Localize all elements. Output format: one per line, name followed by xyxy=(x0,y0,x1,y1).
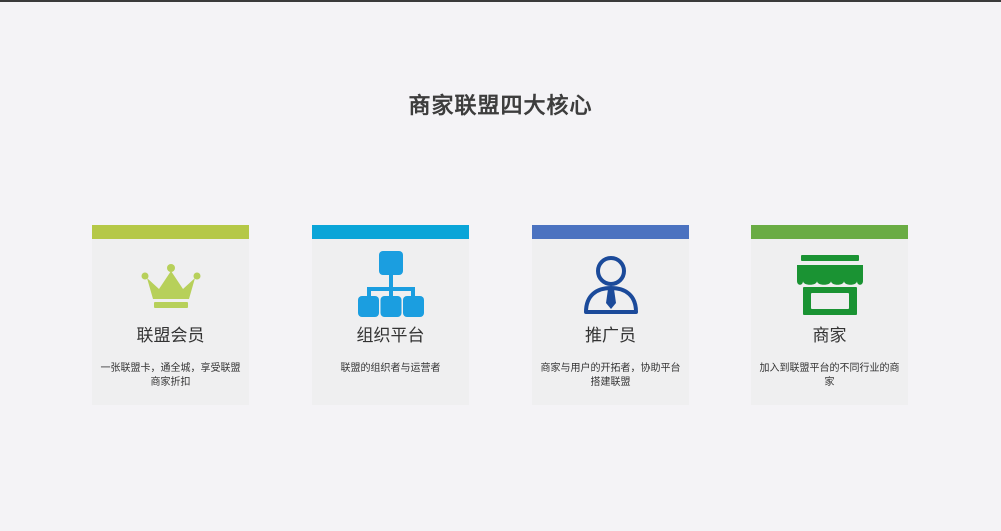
card-name: 联盟会员 xyxy=(136,326,205,346)
card-description: 商家与用户的开拓者，协助平台搭建联盟 xyxy=(540,363,681,388)
store-icon xyxy=(751,255,908,317)
card-name: 组织平台 xyxy=(356,326,425,346)
page-title: 商家联盟四大核心 xyxy=(408,94,593,119)
card-member[interactable]: 联盟会员 一张联盟卡，通全城，享受联盟商家折扣 xyxy=(92,225,249,405)
top-border xyxy=(0,0,1001,2)
card-merchant[interactable]: 商家 加入到联盟平台的不同行业的商家 xyxy=(751,225,908,405)
card-accent-bar xyxy=(751,225,908,239)
card-description: 加入到联盟平台的不同行业的商家 xyxy=(759,363,900,388)
crown-icon xyxy=(92,263,249,311)
card-accent-bar xyxy=(532,225,689,239)
card-promoter[interactable]: 推广员 商家与用户的开拓者，协助平台搭建联盟 xyxy=(532,225,689,405)
card-accent-bar xyxy=(312,225,469,239)
card-accent-bar xyxy=(92,225,249,239)
card-platform[interactable]: 组织平台 联盟的组织者与运营者 xyxy=(312,225,469,405)
card-description: 一张联盟卡，通全城，享受联盟商家折扣 xyxy=(100,363,241,388)
card-description: 联盟的组织者与运营者 xyxy=(340,363,441,374)
org-chart-icon xyxy=(312,251,469,319)
card-name: 商家 xyxy=(812,326,847,346)
person-tie-icon xyxy=(532,255,689,315)
card-name: 推广员 xyxy=(585,326,636,346)
